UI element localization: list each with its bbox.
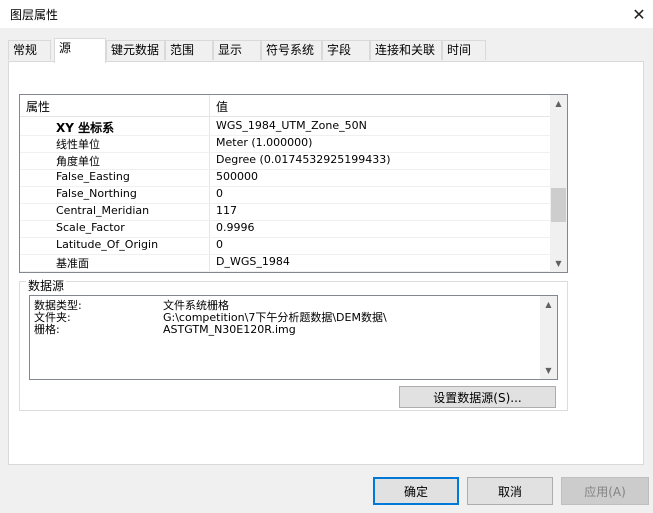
row-key: Scale_Factor: [56, 221, 125, 234]
grid-row[interactable]: 线性单位 Meter (1.000000): [20, 135, 550, 153]
set-datasource-button[interactable]: 设置数据源(S)...: [399, 386, 556, 408]
row-key: 角度单位: [56, 155, 100, 168]
tab-fields[interactable]: 字段: [322, 40, 370, 60]
datasource-scrollbar[interactable]: ▲ ▼: [540, 296, 557, 379]
apply-button[interactable]: 应用(A): [561, 477, 649, 505]
grid-header: 属性 值: [20, 95, 550, 117]
cancel-button[interactable]: 取消: [467, 477, 553, 505]
grid-row[interactable]: Latitude_Of_Origin 0: [20, 237, 550, 255]
grid-row[interactable]: Scale_Factor 0.9996: [20, 220, 550, 238]
header-property: 属性: [26, 100, 51, 114]
row-value: 500000: [216, 170, 258, 183]
grid-row[interactable]: 角度单位 Degree (0.0174532925199433): [20, 152, 550, 170]
tab-time[interactable]: 时间: [442, 40, 486, 60]
window-title: 图层属性: [10, 8, 59, 22]
tab-joins-relates[interactable]: 连接和关联: [370, 40, 442, 60]
tab-extent[interactable]: 范围: [165, 40, 213, 60]
row-value: 0: [216, 187, 223, 200]
datasource-group-label: 数据源: [26, 277, 67, 294]
close-icon[interactable]: ✕: [625, 0, 653, 28]
property-grid[interactable]: 属性 值 XY 坐标系 WGS_1984_UTM_Zone_50N 线性单位 M…: [19, 94, 568, 273]
grid-row[interactable]: 基准面 D_WGS_1984: [20, 254, 550, 272]
row-value: 117: [216, 204, 237, 217]
row-value: Degree (0.0174532925199433): [216, 153, 391, 166]
tab-symbology[interactable]: 符号系统: [261, 40, 322, 60]
row-key: False_Easting: [56, 170, 130, 183]
grid-row[interactable]: False_Northing 0: [20, 186, 550, 204]
datasource-line-label: 栅格:: [34, 323, 60, 336]
row-value: 0: [216, 238, 223, 251]
chevron-down-icon[interactable]: ▼: [540, 362, 557, 379]
datasource-text-box[interactable]: 数据类型: 文件系统栅格 文件夹: G:\competition\7下午分析题数…: [29, 295, 558, 380]
row-key: Latitude_Of_Origin: [56, 238, 159, 251]
row-key: Central_Meridian: [56, 204, 150, 217]
tab-general[interactable]: 常规: [8, 40, 51, 60]
grid-row[interactable]: Central_Meridian 117: [20, 203, 550, 221]
tab-display[interactable]: 显示: [213, 40, 261, 60]
row-key: 基准面: [56, 257, 89, 270]
tab-key-metadata[interactable]: 键元数据: [106, 40, 165, 60]
row-key: False_Northing: [56, 187, 137, 200]
row-value: WGS_1984_UTM_Zone_50N: [216, 119, 367, 132]
tab-source[interactable]: 源: [54, 38, 106, 63]
ok-button[interactable]: 确定: [373, 477, 459, 505]
datasource-line-value: ASTGTM_N30E120R.img: [163, 323, 296, 336]
grid-row[interactable]: XY 坐标系 WGS_1984_UTM_Zone_50N: [20, 118, 550, 136]
chevron-up-icon[interactable]: ▲: [550, 95, 567, 112]
row-key: XY 坐标系: [56, 121, 115, 135]
row-value: 0.9996: [216, 221, 255, 234]
grid-row[interactable]: False_Easting 500000: [20, 169, 550, 187]
scroll-thumb[interactable]: [551, 188, 566, 222]
chevron-up-icon[interactable]: ▲: [540, 296, 557, 313]
header-value: 值: [216, 100, 229, 114]
chevron-down-icon[interactable]: ▼: [550, 255, 567, 272]
row-value: D_WGS_1984: [216, 255, 290, 268]
row-key: 线性单位: [56, 138, 100, 151]
row-value: Meter (1.000000): [216, 136, 313, 149]
title-bar: [0, 0, 653, 28]
grid-scrollbar[interactable]: ▲ ▼: [550, 95, 567, 272]
